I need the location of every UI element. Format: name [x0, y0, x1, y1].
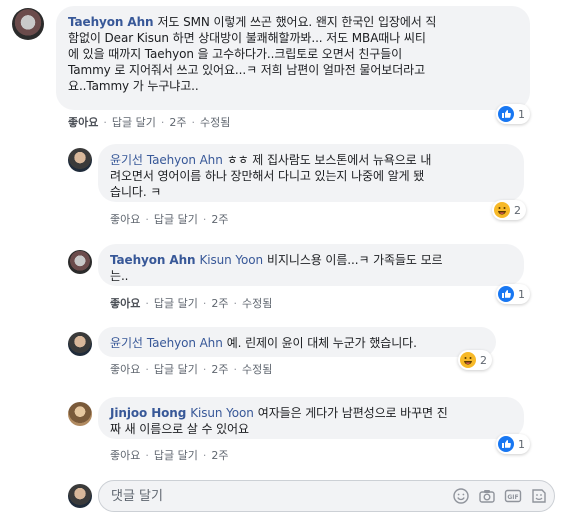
comment-author[interactable]: 윤기선	[110, 336, 143, 350]
like-icon	[498, 286, 514, 302]
mention-link[interactable]: Taehyon Ahn	[147, 336, 223, 350]
like-link[interactable]: 좋아요	[68, 114, 98, 130]
edited-label[interactable]: 수정됨	[242, 361, 272, 377]
comment-text-line: 예. 린제이 윤이 대체 누군가 했습니다.	[226, 336, 417, 350]
reply-link[interactable]: 답글 달기	[154, 361, 198, 377]
comment-author[interactable]: Jinjoo Hong	[110, 406, 186, 420]
edited-label[interactable]: 수정됨	[242, 295, 272, 311]
gif-icon[interactable]: GIF	[504, 487, 522, 505]
comment-author[interactable]: Taehyon Ahn	[110, 253, 196, 267]
avatar[interactable]	[12, 8, 44, 40]
like-icon	[498, 436, 514, 452]
avatar[interactable]	[68, 148, 92, 172]
like-link[interactable]: 좋아요	[110, 361, 140, 377]
edited-label[interactable]: 수정됨	[200, 114, 230, 130]
comment-actions: 좋아요 · 답글 달기 · 2주	[110, 211, 229, 227]
timestamp[interactable]: 2주	[169, 114, 186, 130]
comment-text-line: 습니다. ㅋ	[110, 185, 162, 199]
reaction-count: 1	[518, 107, 525, 121]
reaction-count: 2	[480, 353, 487, 367]
reaction-summary[interactable]: 2	[458, 350, 492, 370]
sticker-icon[interactable]	[530, 487, 548, 505]
comment-bubble: 윤기선 Taehyon Ahn 예. 린제이 윤이 대체 누군가 했습니다.	[98, 327, 496, 357]
comment-text-line: 여자들은 게다가 남편성으로 바꾸면 진	[257, 406, 448, 420]
like-link[interactable]: 좋아요	[110, 447, 140, 463]
timestamp[interactable]: 2주	[211, 211, 228, 227]
comment-text-line: 비지니스용 이름...ㅋ 가족들도 모르	[267, 253, 443, 267]
comment-author[interactable]: 윤기선	[110, 153, 143, 167]
comment-actions: 좋아요 · 답글 달기 · 2주 · 수정됨	[110, 361, 273, 377]
comment-bubble: 윤기선 Taehyon Ahn ㅎㅎ 제 집사람도 보스톤에서 뉴욕으로 내 려오면…	[98, 144, 524, 202]
avatar[interactable]	[68, 332, 92, 356]
comment-author[interactable]: Taehyon Ahn	[68, 15, 154, 29]
camera-icon[interactable]	[478, 487, 496, 505]
timestamp[interactable]: 2주	[211, 361, 228, 377]
composer-avatar[interactable]	[68, 484, 92, 508]
haha-icon	[460, 352, 476, 368]
reply-link[interactable]: 답글 달기	[154, 295, 198, 311]
timestamp[interactable]: 2주	[211, 295, 228, 311]
comment-bubble: Jinjoo Hong Kisun Yoon 여자들은 게다가 남편성으로 바꾸면 …	[98, 397, 524, 439]
mention-link[interactable]: Kisun Yoon	[190, 406, 254, 420]
comment-bubble: Taehyon Ahn 저도 SMN 이렇게 쓰곤 했어요. 왠지 한국인 입장에…	[56, 6, 530, 110]
comment-text-line: 함없이 Dear Kisun 하면 상대방이 불쾌해할까봐... 저도 MBA때…	[68, 31, 426, 45]
reaction-summary[interactable]: 1	[496, 434, 530, 454]
like-link[interactable]: 좋아요	[110, 211, 140, 227]
comment-text-line: 는..	[110, 269, 129, 283]
comment-text-line: 려오면서 영어이름 하나 장만해서 다니고 있는지 나중에 알게 됐	[110, 169, 425, 183]
like-link[interactable]: 좋아요	[110, 295, 140, 311]
reaction-summary[interactable]: 1	[496, 104, 530, 124]
like-icon	[498, 106, 514, 122]
comment-text-line: 요..Tammy 가 누구냐고..	[68, 79, 199, 93]
mention-link[interactable]: Taehyon Ahn	[147, 153, 223, 167]
comment-text-line: 에 있을 때까지 Taehyon 을 고수하다가..크립토로 오면서 친구들이	[68, 47, 403, 61]
comment-bubble: Taehyon Ahn Kisun Yoon 비지니스용 이름...ㅋ 가족들도 모…	[98, 244, 524, 286]
comment-actions: 좋아요 · 답글 달기 · 2주 · 수정됨	[68, 114, 231, 130]
comment-actions: 좋아요 · 답글 달기 · 2주	[110, 447, 229, 463]
haha-icon	[494, 202, 510, 218]
comment-input[interactable]	[111, 487, 411, 505]
reaction-summary[interactable]: 2	[492, 200, 526, 220]
emoji-icon[interactable]	[452, 487, 470, 505]
comment-text-line: 저도 SMN 이렇게 쓰곤 했어요. 왠지 한국인 입장에서 직	[157, 15, 437, 29]
avatar[interactable]	[68, 402, 92, 426]
svg-text:GIF: GIF	[507, 494, 518, 501]
reaction-count: 2	[514, 203, 521, 217]
reaction-summary[interactable]: 1	[496, 284, 530, 304]
reaction-count: 1	[518, 287, 525, 301]
reply-link[interactable]: 답글 달기	[154, 447, 198, 463]
reply-link[interactable]: 답글 달기	[154, 211, 198, 227]
composer-icons: GIF	[452, 487, 548, 505]
comment-text-line: ㅎㅎ 제 집사람도 보스톤에서 뉴욕으로 내	[226, 153, 432, 167]
reaction-count: 1	[518, 437, 525, 451]
timestamp[interactable]: 2주	[211, 447, 228, 463]
reply-link[interactable]: 답글 달기	[112, 114, 156, 130]
comment-text-line: Tammy 로 지어줘서 쓰고 있어요...ㅋ 저희 남편이 얼마전 물어보더라…	[68, 63, 426, 77]
mention-link[interactable]: Kisun Yoon	[199, 253, 263, 267]
comment-actions: 좋아요 · 답글 달기 · 2주 · 수정됨	[110, 295, 273, 311]
comment-composer: GIF	[98, 480, 555, 512]
comment-text-line: 짜 새 이름으로 살 수 있어요	[110, 422, 249, 436]
avatar[interactable]	[68, 250, 92, 274]
